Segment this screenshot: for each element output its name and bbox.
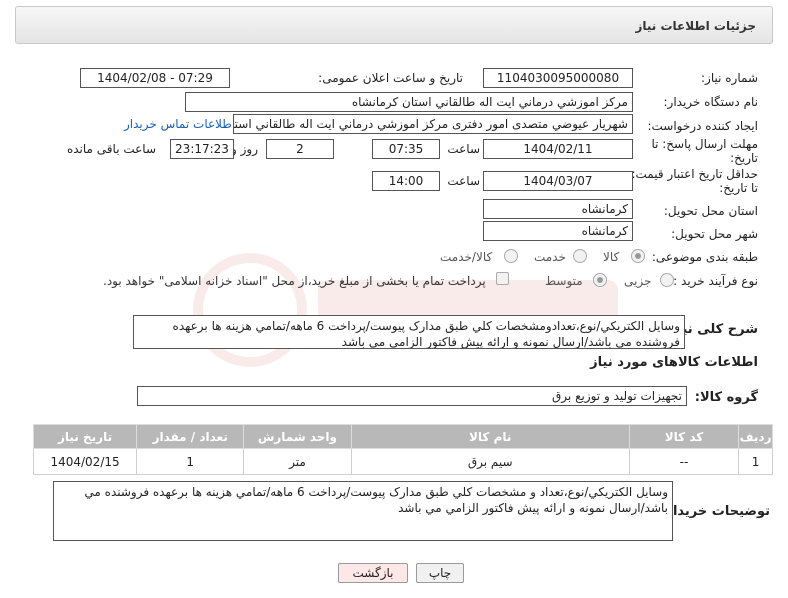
validity-label-line2: تا تاریخ: [719, 181, 758, 195]
cell-unit: متر [243, 448, 352, 475]
col-date: تاریخ نیاز [32, 424, 138, 449]
category-radio-service[interactable] [573, 249, 587, 263]
cell-date: 1404/02/15 [32, 448, 138, 475]
cell-name: سیم برق [350, 448, 630, 475]
deadline-time-label: ساعت [447, 142, 480, 156]
days-field[interactable]: 2 [266, 139, 334, 159]
validity-label: حداقل تاریخ اعتبار قیمت: تا تاریخ: [631, 167, 758, 195]
buyer-notes-textarea[interactable]: وسايل الکتريکي/نوع،تعداد و مشخصات کلي طب… [53, 481, 673, 541]
creator-field[interactable]: شهريار عيوضي متصدی امور دفتری مرکز اموزش… [233, 114, 633, 134]
category-option-service: خدمت [534, 250, 566, 264]
province-field[interactable]: کرمانشاه [483, 199, 633, 219]
col-name: نام کالا [350, 424, 630, 449]
cell-code: -- [628, 448, 740, 475]
need-number-label: شماره نیاز: [701, 71, 758, 85]
goods-table-header: ردیف کد کالا نام کالا واحد شمارش تعداد /… [32, 424, 773, 449]
announce-label: تاریخ و ساعت اعلان عمومی: [318, 71, 463, 85]
deadline-label: مهلت ارسال پاسخ: تا تاریخ: [651, 137, 758, 165]
buyer-notes-text: وسايل الکتريکي/نوع،تعداد و مشخصات کلي طب… [84, 485, 668, 515]
summary-textarea[interactable]: وسايل الکتريکي/نوع،تعدادومشخصات کلي طبق … [133, 315, 685, 349]
deadline-time-field[interactable]: 07:35 [372, 139, 440, 159]
process-option-medium: متوسط [545, 274, 583, 288]
col-code: کد کالا [628, 424, 740, 449]
summary-text: وسايل الکتريکي/نوع،تعدادومشخصات کلي طبق … [172, 319, 680, 349]
process-label: نوع فرآیند خرید : [673, 274, 758, 288]
category-label: طبقه بندی موضوعی: [651, 250, 758, 264]
print-button[interactable]: چاپ [416, 563, 464, 583]
category-option-goods: کالا [603, 250, 620, 264]
province-label: استان محل تحویل: [663, 204, 758, 218]
need-number-field[interactable]: 1104030095000080 [483, 68, 633, 88]
buyer-org-field[interactable]: مرکز اموزشي درماني ايت اله طالقاني استان… [185, 92, 633, 112]
goods-group-label: گروه کالا: [694, 390, 758, 405]
deadline-label-line2: تاریخ: [730, 151, 758, 165]
creator-label: ایجاد کننده درخواست: [647, 119, 758, 133]
validity-time-field[interactable]: 14:00 [372, 171, 440, 191]
goods-table: ردیف کد کالا نام کالا واحد شمارش تعداد /… [32, 424, 773, 475]
goods-section-title: اطلاعات کالاهای مورد نیاز [590, 355, 758, 370]
col-qty: تعداد / مقدار [136, 424, 245, 449]
city-field[interactable]: کرمانشاه [483, 221, 633, 241]
remaining-time-field[interactable]: 23:17:23 [170, 139, 234, 159]
watermark-logo [193, 253, 618, 367]
cell-qty: 1 [136, 448, 245, 475]
city-label: شهر محل تحویل: [671, 227, 758, 241]
treasury-payment-note: پرداخت تمام یا بخشی از مبلغ خرید،از محل … [103, 274, 486, 288]
validity-label-line1: حداقل تاریخ اعتبار قیمت: [631, 167, 758, 181]
page-header: جزئیات اطلاعات نیاز [15, 6, 773, 44]
remaining-label: ساعت باقی مانده [66, 142, 156, 156]
days-label: روز و [231, 142, 258, 156]
back-button[interactable]: بازگشت [338, 563, 408, 583]
validity-time-label: ساعت [447, 174, 480, 188]
category-radio-goods[interactable] [631, 249, 645, 263]
process-option-minor: جزیی [624, 274, 652, 288]
announce-field[interactable]: 1404/02/08 - 07:29 [80, 68, 230, 88]
process-radio-minor[interactable] [660, 273, 674, 287]
col-row: ردیف [738, 424, 773, 449]
table-row[interactable]: 1 -- سیم برق متر 1 1404/02/15 [32, 448, 773, 475]
deadline-label-line1: مهلت ارسال پاسخ: تا [651, 137, 758, 151]
validity-date-field[interactable]: 1404/03/07 [483, 171, 633, 191]
treasury-payment-checkbox[interactable] [496, 272, 509, 285]
cell-row: 1 [738, 448, 773, 475]
category-option-both: کالا/خدمت [440, 250, 493, 264]
category-radio-both[interactable] [504, 249, 518, 263]
process-radio-medium[interactable] [593, 273, 607, 287]
buyer-contact-link[interactable]: اطلاعات تماس خریدار [124, 117, 235, 131]
col-unit: واحد شمارش [243, 424, 352, 449]
buyer-notes-label: توضیحات خریدار: [660, 504, 770, 519]
deadline-date-field[interactable]: 1404/02/11 [483, 139, 633, 159]
page-title: جزئیات اطلاعات نیاز [635, 19, 756, 33]
goods-group-field[interactable]: تجهیزات تولید و توزیع برق [137, 386, 687, 406]
buyer-org-label: نام دستگاه خریدار: [663, 95, 759, 109]
